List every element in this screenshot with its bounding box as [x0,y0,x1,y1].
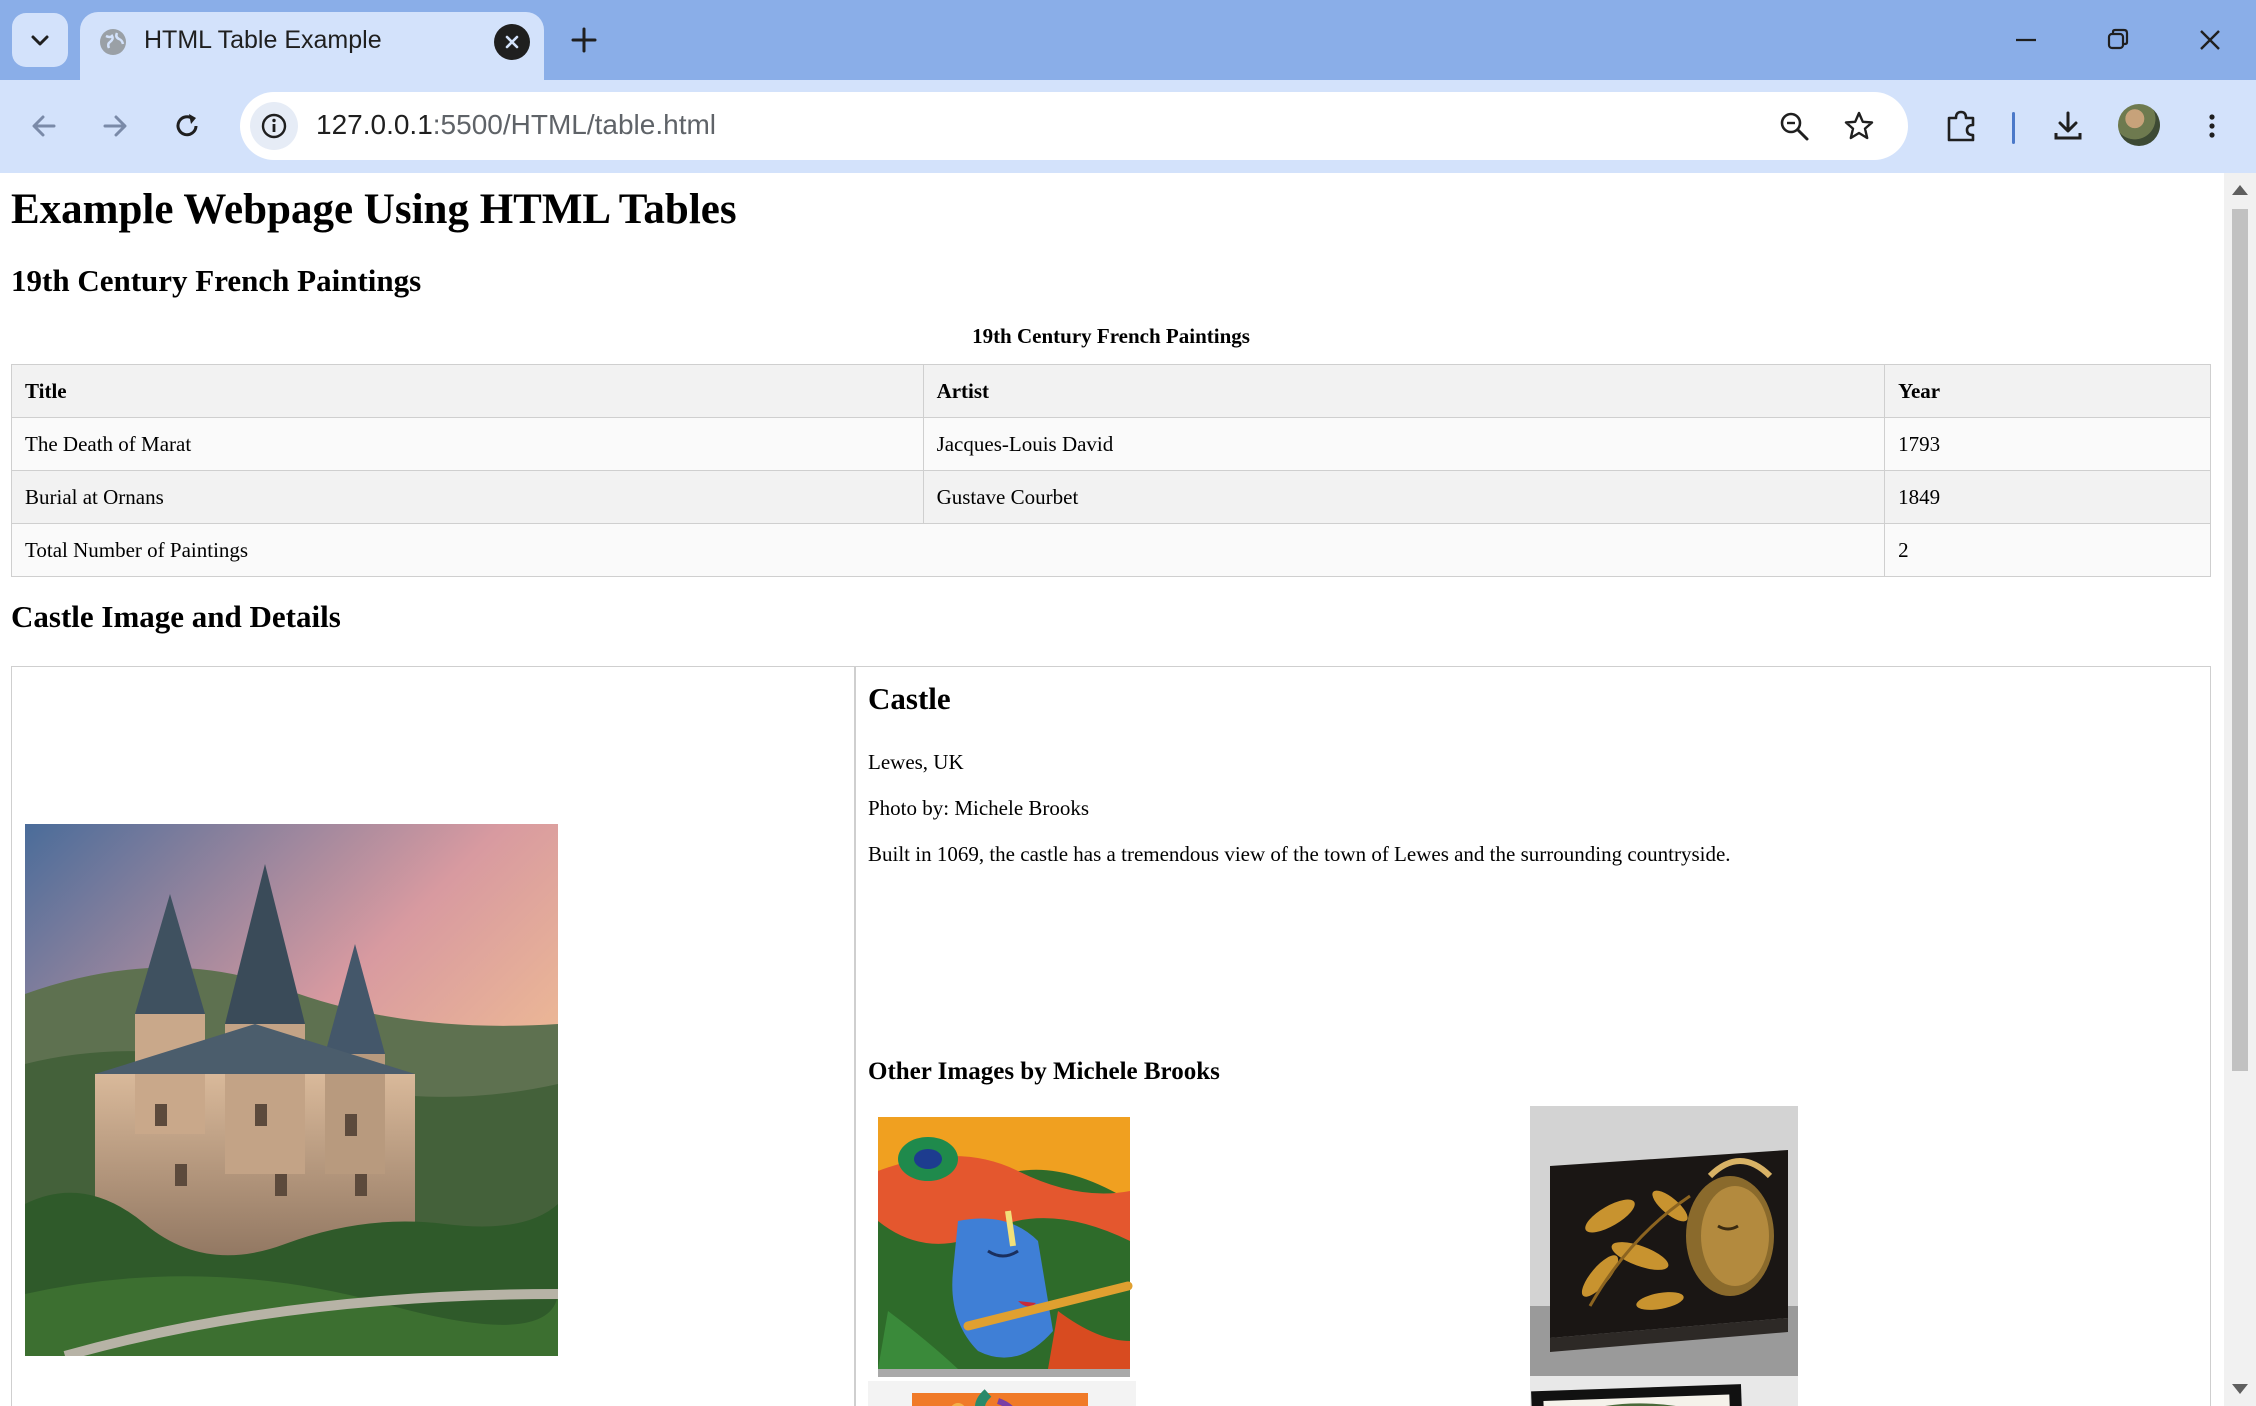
castle-location: Lewes, UK [868,750,964,774]
address-bar[interactable]: 127.0.0.1:5500/HTML/table.html [240,92,1908,160]
castle-title: Castle [868,681,951,716]
column-header-year: Year [1884,364,2211,418]
thumbnail-peacock-painting [868,1381,1136,1406]
cell-title: The Death of Marat [11,417,924,471]
thumbnail-buddha-canvas [1530,1106,1798,1376]
tab-title: HTML Table Example [144,26,382,54]
arrow-right-icon [103,115,127,137]
arrow-left-icon [32,115,56,137]
more-vert-icon [2209,114,2215,138]
scroll-down-arrow-icon[interactable] [2232,1384,2248,1394]
browser-chrome: HTML Table Example 127.0.0.1:5500/HTML/t… [0,0,2256,173]
minimize-icon[interactable] [2006,20,2046,60]
browser-toolbar: 127.0.0.1:5500/HTML/table.html [0,80,2256,173]
site-info-button[interactable] [250,102,298,150]
scroll-up-arrow-icon[interactable] [2232,185,2248,195]
info-icon [261,113,287,139]
globe-icon [100,29,126,55]
close-icon [505,35,519,49]
reload-icon [176,114,198,137]
zoom-magnifier-icon [1780,112,1809,141]
chevron-down-icon [31,35,49,46]
table-row: The Death of Marat Jacques-Louis David 1… [11,417,2211,471]
tab-search-button[interactable] [12,13,68,67]
thumbnail-bird-print [1530,1376,1798,1406]
url-text: 127.0.0.1:5500/HTML/table.html [316,109,716,141]
download-icon [2054,111,2082,140]
toolbar-separator [2012,112,2015,144]
castle-image [25,824,558,1356]
tab-active[interactable]: HTML Table Example [80,12,544,80]
table-caption: 19th Century French Paintings [972,324,1250,348]
window-close-icon[interactable] [2190,20,2230,60]
restore-icon[interactable] [2098,20,2138,60]
section-heading-paintings: 19th Century French Paintings [11,263,422,298]
tab-close-button[interactable] [494,24,530,60]
downloads-button[interactable] [2044,102,2092,150]
zoom-button[interactable] [1774,106,1814,146]
cell-year: 1793 [1884,417,2211,471]
table-footer-row: Total Number of Paintings 2 [10,523,2211,577]
castle-description: Built in 1069, the castle has a tremendo… [868,842,1731,866]
bookmark-star-button[interactable] [1839,106,1879,146]
column-header-artist: Artist [922,364,1886,418]
cell-year: 1849 [1884,470,2211,524]
cell-artist: Jacques-Louis David [922,417,1886,471]
tab-strip: HTML Table Example [0,0,2256,80]
extensions-button[interactable] [1937,102,1985,150]
cell-artist: Gustave Courbet [922,470,1886,524]
cell-title: Burial at Ornans [11,470,924,524]
back-button[interactable] [20,102,68,150]
star-icon [1844,111,1874,140]
new-tab-plus-icon[interactable] [566,22,602,58]
cell-divider [854,667,856,1406]
puzzle-icon [1947,110,1975,142]
section-heading-castle: Castle Image and Details [11,599,341,634]
castle-details-table: Castle Lewes, UK Photo by: Michele Brook… [11,666,2211,1406]
url-path: :5500/HTML/table.html [432,109,717,140]
forward-button[interactable] [91,102,139,150]
reload-button[interactable] [163,102,211,150]
thumbnail-krishna-painting [868,1111,1136,1381]
column-header-title: Title [11,364,924,418]
castle-photo-credit: Photo by: Michele Brooks [868,796,1090,820]
paintings-table: Title Artist Year The Death of Marat Jac… [10,364,2211,577]
profile-avatar[interactable] [2118,104,2160,146]
table-row: Burial at Ornans Gustave Courbet 1849 [11,470,2211,524]
scrollbar-thumb[interactable] [2232,209,2248,1071]
other-images-heading: Other Images by Michele Brooks [868,1058,1220,1085]
page-title: Example Webpage Using HTML Tables [11,186,737,233]
vertical-scrollbar[interactable] [2224,173,2256,1406]
menu-button[interactable] [2188,102,2236,150]
total-label: Total Number of Paintings [10,523,1886,577]
total-value: 2 [1884,523,2211,577]
page-viewport: Example Webpage Using HTML Tables 19th C… [0,173,2224,1406]
url-host: 127.0.0.1 [316,109,433,140]
